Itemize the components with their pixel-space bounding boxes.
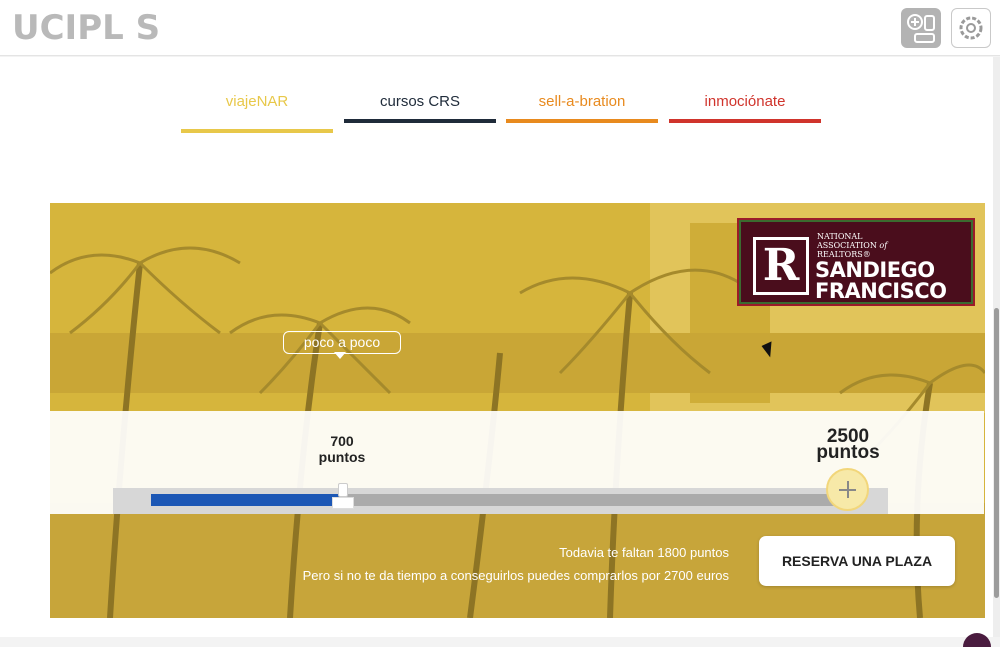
reserve-spot-button[interactable]: RESERVA UNA PLAZA [759, 536, 955, 586]
tab-underline [181, 129, 333, 133]
settings-button[interactable] [951, 8, 991, 48]
tab-underline [669, 119, 821, 123]
tab-inmocionate[interactable]: inmociónate [669, 93, 821, 123]
progress-bubble: poco a poco [283, 331, 401, 354]
bubble-tail [334, 352, 346, 359]
purchase-points-text: Pero si no te da tiempo a conseguirlos p… [302, 568, 729, 583]
ucipluss-logo: UCIPL S [12, 8, 161, 48]
points-remaining-text: Todavia te faltan 1800 puntos [559, 545, 729, 560]
tab-viajenar[interactable]: viajeNAR [181, 93, 333, 133]
tab-underline [344, 119, 496, 123]
add-widget-icon [907, 14, 935, 43]
tab-underline [506, 119, 658, 123]
badge-subtitle: NATIONAL ASSOCIATION of REALTORS® [817, 232, 888, 259]
tab-label: viajeNAR [225, 93, 289, 110]
gear-icon [959, 16, 983, 40]
add-points-button[interactable] [826, 468, 869, 511]
points-slider[interactable] [151, 494, 836, 506]
max-points: 2500 puntos [816, 426, 880, 463]
nar-sandiego-francisco-badge: R NATIONAL ASSOCIATION of REALTORS® SANDIE… [737, 218, 975, 306]
slider-handle[interactable] [332, 483, 354, 509]
current-points: 700 puntos [318, 433, 366, 465]
realtor-r-logo: R [753, 237, 809, 295]
tab-label: inmociónate [704, 93, 786, 110]
slider-fill [151, 494, 343, 506]
add-widget-button[interactable] [901, 8, 941, 48]
app-header: UCIPL S [0, 0, 1000, 56]
tab-sell-a-bration[interactable]: sell-a-bration [506, 93, 658, 123]
scrollbar-thumb[interactable] [994, 308, 999, 598]
tab-label: sell-a-bration [538, 93, 626, 110]
tab-label: cursos CRS [379, 93, 461, 110]
badge-title: SANDIEGO FRANCISCO [815, 258, 947, 303]
tab-cursos-crs[interactable]: cursos CRS [344, 93, 496, 123]
